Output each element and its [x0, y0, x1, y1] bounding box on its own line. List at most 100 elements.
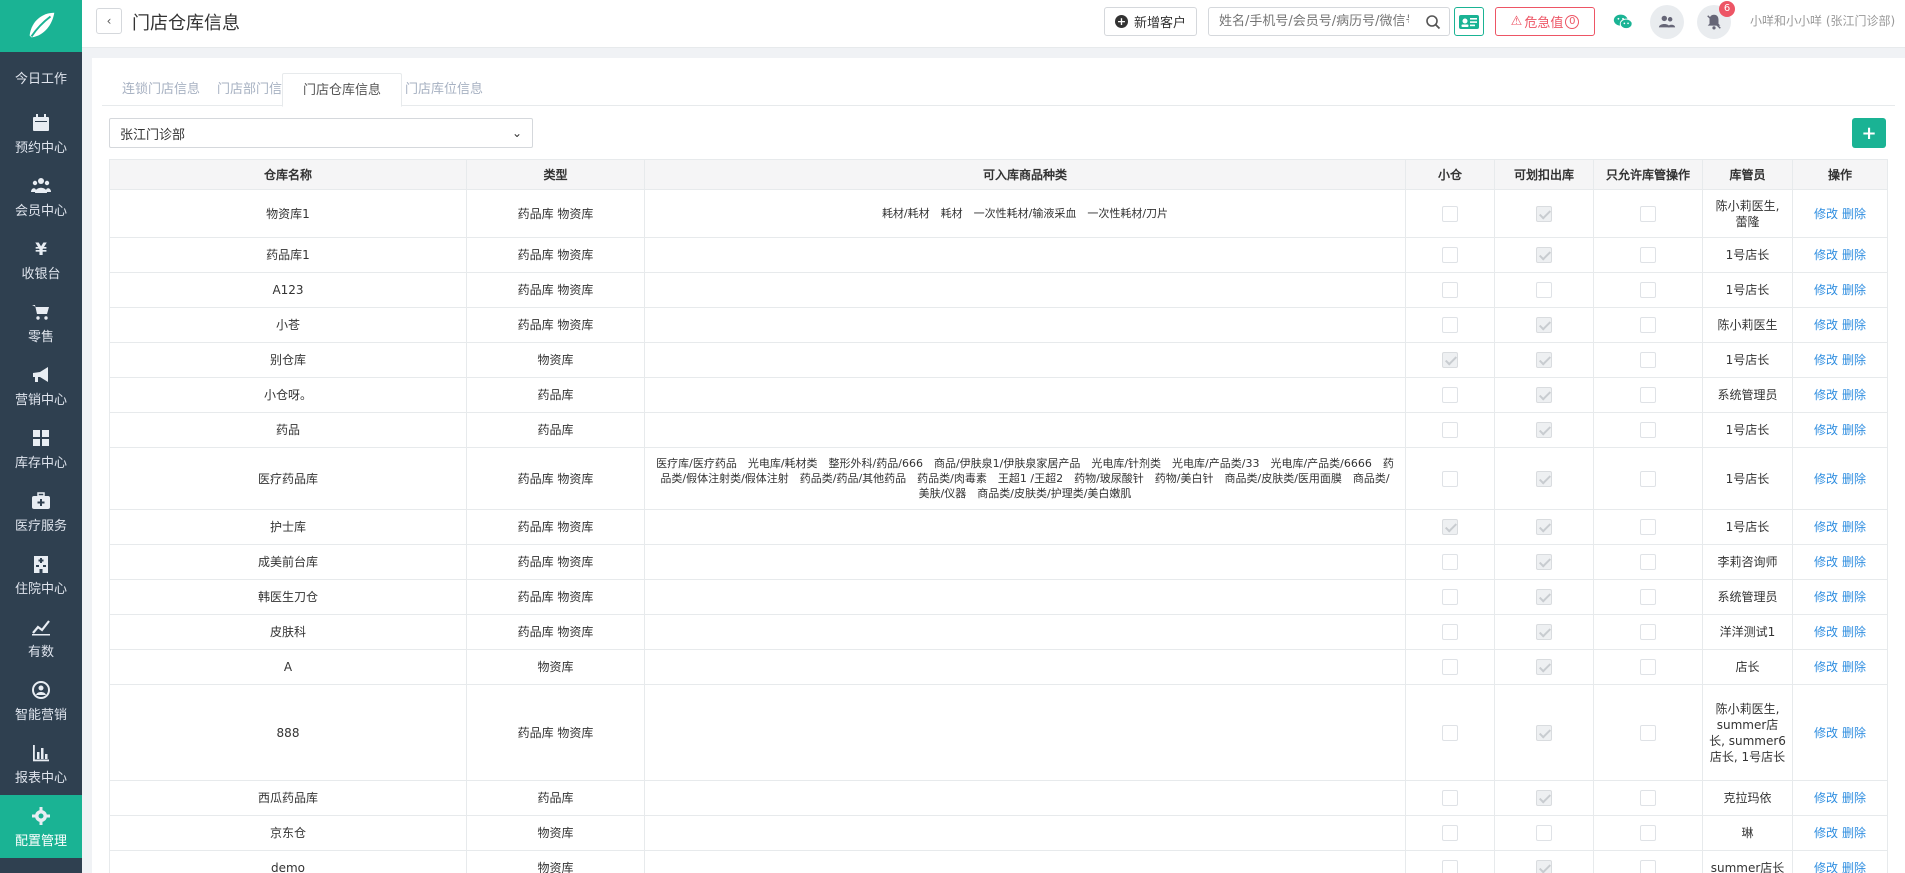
sidebar-item[interactable]: 医疗服务	[0, 480, 82, 543]
edit-link[interactable]: 修改	[1814, 625, 1838, 639]
delete-link[interactable]: 删除	[1842, 826, 1866, 840]
warehouse-type: 药品库 物资库	[466, 307, 645, 343]
add-warehouse-button[interactable]: +	[1852, 118, 1886, 148]
chevron-down-icon: ⌄	[511, 126, 522, 140]
edit-link[interactable]: 修改	[1814, 555, 1838, 569]
small-cell	[1405, 850, 1495, 873]
content-card: 连锁门店信息 门店部门信息 门店仓库信息 门店库位信息 张江门诊部 ⌄ + 仓库名称类…	[92, 58, 1905, 873]
sidebar-item[interactable]: 会员中心	[0, 165, 82, 228]
edit-link[interactable]: 修改	[1814, 207, 1838, 221]
edit-link[interactable]: 修改	[1814, 388, 1838, 402]
user-menu[interactable]: 小咩和小小咩 (张江门诊部)	[1750, 12, 1895, 29]
deduct-cell	[1494, 509, 1594, 545]
delete-link[interactable]: 删除	[1842, 248, 1866, 262]
delete-link[interactable]: 删除	[1842, 520, 1866, 534]
warehouse-keeper: 陈小莉医生, 蕾隆	[1702, 189, 1793, 238]
search-input[interactable]	[1209, 8, 1419, 35]
sidebar-item-label: 收银台	[21, 266, 61, 282]
product-categories	[644, 544, 1406, 580]
critical-value-label: 危急值	[1524, 16, 1564, 31]
store-select[interactable]: 张江门诊部 ⌄	[109, 118, 533, 148]
sidebar-item[interactable]: 库存中心	[0, 417, 82, 480]
warehouse-keeper: 1号店长	[1702, 272, 1793, 308]
edit-link[interactable]: 修改	[1814, 248, 1838, 262]
warehouse-keeper: 琳	[1702, 815, 1793, 851]
sidebar-item[interactable]: 今日工作	[0, 52, 82, 102]
delete-link[interactable]: 删除	[1842, 861, 1866, 873]
delete-link[interactable]: 删除	[1842, 590, 1866, 604]
deduct-cell	[1494, 815, 1594, 851]
edit-link[interactable]: 修改	[1814, 590, 1838, 604]
sidebar-item[interactable]: 住院中心	[0, 543, 82, 606]
small-cell	[1405, 447, 1495, 510]
id-card-button[interactable]	[1454, 7, 1484, 36]
edit-link[interactable]: 修改	[1814, 826, 1838, 840]
back-button[interactable]: ‹	[96, 8, 122, 34]
sidebar-item-label: 库存中心	[14, 455, 67, 471]
edit-link[interactable]: 修改	[1814, 791, 1838, 805]
checkbox	[1536, 282, 1552, 299]
sidebar-item[interactable]: 有数	[0, 606, 82, 669]
table-row: 医疗药品库 药品库 物资库 医疗库/医疗药品 光电库/耗材类 整形外科/药品/666…	[109, 447, 1888, 510]
contacts-button[interactable]	[1650, 5, 1684, 39]
sidebar-item[interactable]: 营销中心	[0, 354, 82, 417]
row-actions: 修改 删除	[1792, 544, 1888, 580]
checkbox	[1640, 589, 1656, 606]
table-row: 护士库 药品库 物资库 1号店长 修改 删除	[109, 509, 1888, 545]
sidebar-item[interactable]: 智能营销	[0, 669, 82, 732]
delete-link[interactable]: 删除	[1842, 555, 1866, 569]
adminonly-cell	[1593, 342, 1703, 378]
critical-value-button[interactable]: ⚠ 危急值 0	[1495, 7, 1595, 36]
small-cell	[1405, 412, 1495, 448]
tab[interactable]: 门店仓库信息	[282, 73, 403, 107]
checkbox	[1640, 659, 1656, 676]
table-row: 成美前台库 药品库 物资库 李莉咨询师 修改 删除	[109, 544, 1888, 580]
sidebar-item[interactable]: 预约中心	[0, 102, 82, 165]
warehouse-type: 药品库 物资库	[466, 579, 645, 615]
delete-link[interactable]: 删除	[1842, 388, 1866, 402]
row-actions: 修改 删除	[1792, 815, 1888, 851]
sidebar-item[interactable]: 报表中心	[0, 732, 82, 795]
adminonly-cell	[1593, 272, 1703, 308]
delete-link[interactable]: 删除	[1842, 726, 1866, 740]
checkbox	[1442, 205, 1458, 222]
delete-link[interactable]: 删除	[1842, 660, 1866, 674]
app-logo[interactable]	[0, 0, 82, 52]
delete-link[interactable]: 删除	[1842, 318, 1866, 332]
edit-link[interactable]: 修改	[1814, 861, 1838, 873]
new-customer-label: 新增客户	[1134, 16, 1187, 31]
tab[interactable]: 门店库位信息	[385, 73, 503, 106]
delete-link[interactable]: 删除	[1842, 625, 1866, 639]
notification-badge: 6	[1719, 1, 1735, 17]
small-cell	[1405, 579, 1495, 615]
sidebar-item[interactable]: 配置管理	[0, 795, 82, 858]
row-actions: 修改 删除	[1792, 342, 1888, 378]
delete-link[interactable]: 删除	[1842, 472, 1866, 486]
edit-link[interactable]: 修改	[1814, 726, 1838, 740]
edit-link[interactable]: 修改	[1814, 520, 1838, 534]
wechat-icon[interactable]	[1612, 11, 1634, 33]
tab-bar: 连锁门店信息 门店部门信息 门店仓库信息 门店库位信息	[102, 73, 1895, 107]
checkbox	[1640, 317, 1656, 334]
sidebar-item[interactable]: 零售	[0, 291, 82, 354]
sidebar-item[interactable]: ¥ 收银台	[0, 228, 82, 291]
warehouse-type: 药品库 物资库	[466, 684, 645, 781]
search-icon[interactable]	[1425, 14, 1441, 30]
delete-link[interactable]: 删除	[1842, 423, 1866, 437]
adminonly-cell	[1593, 544, 1703, 580]
edit-link[interactable]: 修改	[1814, 660, 1838, 674]
delete-link[interactable]: 删除	[1842, 207, 1866, 221]
edit-link[interactable]: 修改	[1814, 318, 1838, 332]
bell-icon	[1707, 14, 1721, 30]
new-customer-button[interactable]: + 新增客户	[1104, 7, 1198, 36]
checkbox	[1442, 554, 1458, 571]
delete-link[interactable]: 删除	[1842, 283, 1866, 297]
row-actions: 修改 删除	[1792, 579, 1888, 615]
edit-link[interactable]: 修改	[1814, 472, 1838, 486]
delete-link[interactable]: 删除	[1842, 791, 1866, 805]
notifications-button[interactable]: 6	[1697, 1, 1735, 39]
edit-link[interactable]: 修改	[1814, 353, 1838, 367]
edit-link[interactable]: 修改	[1814, 423, 1838, 437]
edit-link[interactable]: 修改	[1814, 283, 1838, 297]
delete-link[interactable]: 删除	[1842, 353, 1866, 367]
